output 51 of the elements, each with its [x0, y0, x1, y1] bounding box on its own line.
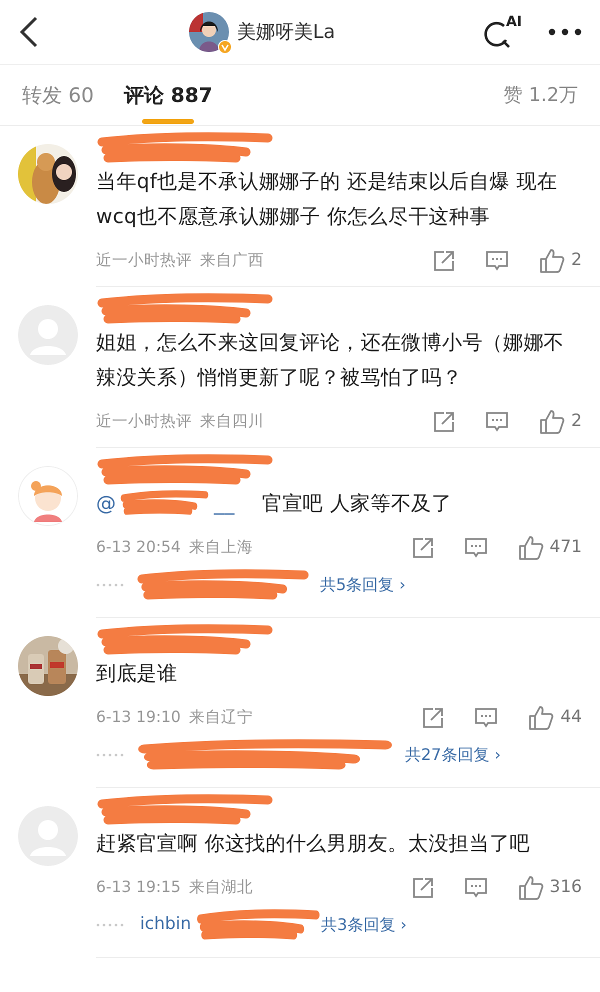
reply-preview[interactable]: ichbin [140, 912, 192, 938]
reply-count-link[interactable]: 共3条回复 › [321, 913, 407, 937]
comment-location: 来自辽宁 [188, 707, 253, 728]
reply-count-link[interactable]: 共27条回复 › [405, 743, 501, 767]
thumbs-up-icon [539, 409, 566, 435]
comment-icon[interactable] [485, 250, 510, 272]
comment-time: 6-13 19:10 [96, 707, 181, 728]
comment-time: 近一小时热评 [96, 411, 192, 432]
comment-time: 6-13 20:54 [96, 537, 181, 558]
mention-link[interactable]: @ [96, 491, 116, 515]
thumbs-up-icon [518, 875, 544, 901]
tab[interactable]: 转发 60 [22, 64, 94, 126]
like-button[interactable]: 316 [518, 875, 582, 901]
comment-icon[interactable] [485, 411, 510, 433]
comment-location: 来自广西 [200, 250, 264, 272]
thumbs-up-icon [518, 535, 544, 561]
share-icon[interactable] [422, 707, 444, 729]
like-button[interactable]: 44 [528, 705, 582, 731]
comment-icon[interactable] [474, 707, 498, 729]
comment-time: 近一小时热评 [96, 250, 192, 272]
mention-link[interactable]: __ [214, 486, 235, 521]
comment-icon[interactable] [464, 537, 488, 559]
like-button[interactable]: 2 [539, 409, 582, 435]
dots-icon [96, 923, 124, 927]
ai-search-button[interactable]: AI [484, 14, 522, 50]
share-icon[interactable] [412, 877, 434, 899]
share-icon[interactable] [433, 250, 456, 272]
like-button[interactable]: 471 [518, 535, 582, 561]
comment-text: 赶紧官宣啊 你这找的什么男朋友。太没担当了吧 [96, 830, 532, 857]
dots-icon [96, 583, 124, 587]
account-name: 美娜呀美La [236, 20, 336, 45]
comment-location: 来自四川 [200, 411, 264, 432]
comment-icon[interactable] [464, 877, 488, 899]
comment-text: 官宣吧 人家等不及了 [262, 491, 452, 515]
back-icon[interactable] [18, 16, 40, 48]
comment-time: 6-13 19:15 [96, 877, 181, 898]
comment-text: 当年qf也是不承认娜娜子的 还是结束以后自爆 现在wcq也不愿意承认娜娜子 你怎么尽干这种事 [96, 168, 558, 230]
likes-tab[interactable]: 赞 1.2万 [504, 80, 578, 110]
share-icon[interactable] [433, 411, 456, 433]
thumbs-up-icon [528, 705, 554, 731]
tab[interactable]: 评论 887 [124, 64, 213, 126]
dots-icon [96, 753, 124, 757]
more-icon[interactable] [548, 28, 582, 36]
reply-count-link[interactable]: 共5条回复 › [320, 573, 406, 597]
thumbs-up-icon [539, 248, 566, 274]
comment-text: 到底是谁 [96, 660, 178, 687]
comment-location: 来自上海 [188, 537, 253, 558]
like-button[interactable]: 2 [539, 248, 582, 274]
comment-location: 来自湖北 [188, 877, 253, 898]
share-icon[interactable] [412, 537, 434, 559]
comment-text: 姐姐，怎么不来这回复评论，还在微博小号（娜娜不辣没关系）悄悄更新了呢？被骂怕了吗？ [96, 329, 566, 391]
